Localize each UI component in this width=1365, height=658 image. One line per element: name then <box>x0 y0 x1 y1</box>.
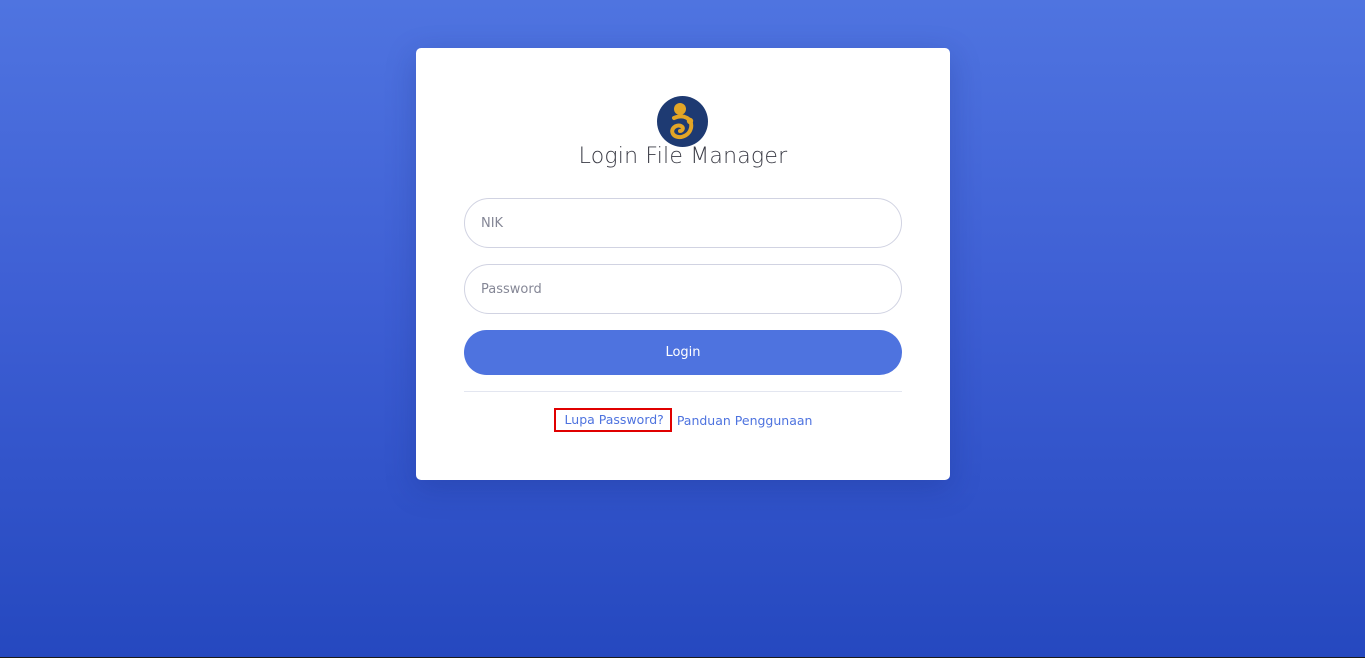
forgot-password-link[interactable]: Lupa Password? <box>553 408 672 432</box>
login-card: Login File Manager Login Lupa Password? … <box>416 48 950 480</box>
page-title: Login File Manager <box>578 144 788 169</box>
login-button[interactable]: Login <box>464 330 902 375</box>
password-input[interactable] <box>464 264 902 314</box>
user-guide-link[interactable]: Panduan Penggunaan <box>677 413 813 428</box>
mother-child-logo-icon <box>657 96 708 147</box>
divider <box>464 391 902 392</box>
nik-input[interactable] <box>464 198 902 248</box>
footer-links: Lupa Password? Panduan Penggunaan <box>416 408 950 432</box>
